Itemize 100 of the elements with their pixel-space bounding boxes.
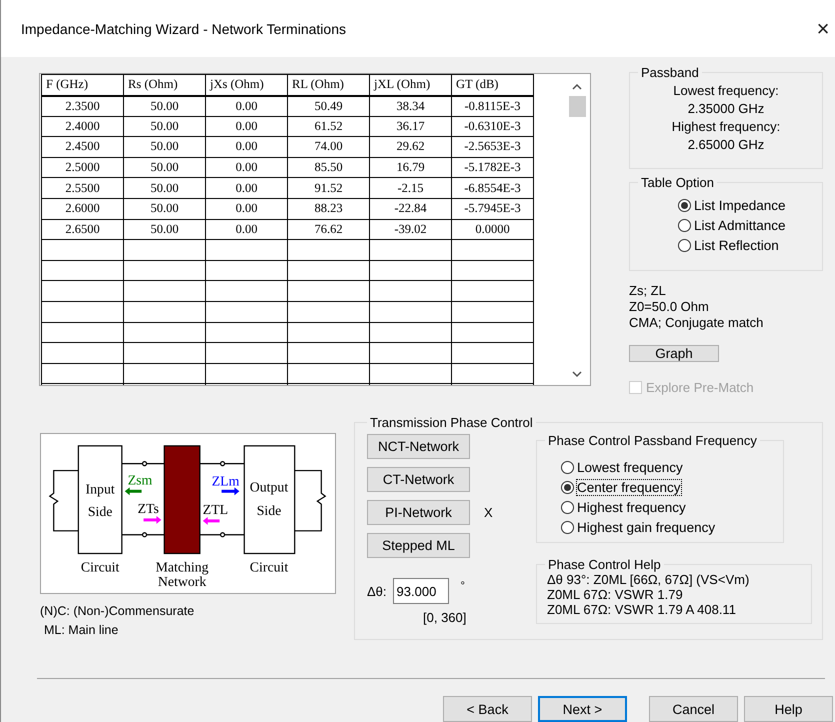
passband-text: 2.35000 GHz — [688, 100, 764, 118]
block-caption: Network — [158, 574, 206, 590]
block-caption: Circuit — [80, 559, 120, 574]
table-cell: 50.00 — [124, 178, 206, 198]
group-title: Transmission Phase Control — [369, 415, 534, 430]
column-header: jXs (Ohm) — [206, 74, 288, 96]
table-cell: 2.6500 — [42, 219, 124, 240]
radio-icon[interactable] — [561, 480, 574, 494]
table-cell: 85.50 — [288, 157, 370, 178]
impedance-label: Zsm — [128, 472, 152, 488]
radio-option[interactable]: Lowest frequency — [561, 458, 775, 476]
table-cell: 50.00 — [124, 136, 206, 158]
table-cell: 91.52 — [288, 178, 370, 198]
scroll-thumb[interactable] — [568, 96, 586, 117]
table-cell: 2.6000 — [42, 198, 124, 220]
block-caption: Circuit — [250, 559, 288, 574]
column-header: F (GHz) — [42, 74, 124, 96]
radio-icon[interactable] — [678, 218, 691, 232]
column-header: RL (Ohm) — [288, 74, 370, 96]
table-cell: -6.8554E-3 — [452, 178, 534, 198]
selection-mark: X — [484, 505, 493, 520]
table-cell: 61.52 — [288, 116, 370, 137]
table-cell: 0.00 — [206, 157, 288, 178]
help-text: Z0ML 67Ω: VSWR 1.79 A 408.11 — [547, 602, 737, 617]
table-cell: 2.3500 — [42, 96, 124, 116]
wizard-button[interactable]: Cancel — [649, 696, 738, 722]
graph-button[interactable]: Graph — [629, 345, 719, 362]
passband-text: Highest frequency: — [672, 118, 780, 136]
radio-icon[interactable] — [561, 460, 574, 474]
table-cell: 0.00 — [206, 116, 288, 137]
radio-option[interactable]: Center frequency — [561, 478, 775, 496]
table-cell: 0.0000 — [452, 219, 534, 240]
table-cell: 76.62 — [288, 219, 370, 240]
table-cell: 2.4500 — [42, 136, 124, 158]
arrow-icon — [124, 487, 142, 496]
table-cell: -2.15 — [370, 178, 452, 198]
impedance-label: ZLm — [212, 473, 240, 488]
block-caption: Matching — [156, 559, 209, 574]
table-cell: 50.00 — [124, 116, 206, 137]
table-cell: 50.00 — [124, 198, 206, 220]
radio-icon[interactable] — [678, 238, 691, 252]
impedance-label: ZTL — [202, 502, 228, 517]
table-cell: 74.00 — [288, 136, 370, 158]
network-button[interactable]: NCT-Network — [367, 434, 470, 459]
table-cell: 2.5500 — [42, 178, 124, 198]
table-cell: 16.79 — [370, 157, 452, 178]
range-text: [0, 360] — [423, 610, 468, 625]
impedance-label: ZTs — [138, 501, 159, 516]
block-label: Side — [88, 504, 112, 519]
radio-option[interactable]: List Impedance — [678, 196, 814, 214]
radio-option[interactable]: Highest gain frequency — [561, 518, 775, 536]
table-cell: 50.00 — [124, 157, 206, 178]
table-cell: -5.1782E-3 — [452, 157, 534, 178]
phase-input[interactable]: 93.000 — [392, 578, 449, 604]
group-title: Phase Control Help — [547, 557, 662, 572]
help-text: Δθ 93°: Z0ML [66Ω, 67Ω] (VS<Vm) — [547, 572, 750, 587]
table-cell: 0.00 — [206, 136, 288, 158]
info-text: CMA; Conjugate match — [629, 315, 764, 331]
table-cell: 36.17 — [370, 116, 452, 137]
window-title: Impedance-Matching Wizard - Network Terminations — [21, 20, 346, 36]
table-cell: 50.00 — [124, 219, 206, 240]
arrow-icon — [202, 516, 220, 525]
table-cell: 0.00 — [206, 96, 288, 116]
table-cell: 50.49 — [288, 96, 370, 116]
radio-option[interactable]: List Reflection — [678, 236, 814, 254]
radio-icon[interactable] — [678, 198, 691, 212]
radio-option[interactable]: List Admittance — [678, 216, 814, 234]
table-cell: 88.23 — [288, 198, 370, 220]
table-cell: -22.84 — [370, 198, 452, 220]
passband-text: Lowest frequency: — [673, 82, 779, 100]
unit-label: ° — [460, 580, 465, 592]
field-label: Δθ: — [367, 584, 387, 598]
block-label: Input — [86, 481, 115, 496]
table-cell: -39.02 — [370, 219, 452, 240]
network-button[interactable]: CT-Network — [367, 467, 470, 492]
group-title: Passband — [640, 65, 700, 80]
wizard-button[interactable]: Next > — [538, 696, 627, 722]
table-cell: -5.7945E-3 — [452, 198, 534, 220]
wizard-button[interactable]: Help — [744, 696, 833, 722]
column-header: GT (dB) — [452, 74, 534, 96]
table-cell: -2.5653E-3 — [452, 136, 534, 158]
block-label: Side — [256, 502, 282, 518]
wizard-button[interactable]: < Back — [443, 696, 532, 722]
table-cell: 0.00 — [206, 178, 288, 198]
table-cell: -0.6310E-3 — [452, 116, 534, 137]
note-text: ML: Main line — [43, 622, 120, 639]
info-text: Zs; ZL — [629, 283, 667, 299]
network-button[interactable]: PI-Network — [367, 500, 470, 525]
block-label: Output — [250, 479, 288, 494]
table-cell: 2.5000 — [42, 157, 124, 178]
table-cell: 38.34 — [370, 96, 452, 116]
radio-icon[interactable] — [561, 500, 574, 514]
group-title: Table Option — [640, 175, 715, 190]
arrow-icon — [222, 487, 240, 496]
help-text: Z0ML 67Ω: VSWR 1.79 — [547, 587, 684, 602]
network-button[interactable]: Stepped ML — [367, 533, 470, 558]
table-cell: 2.4000 — [42, 116, 124, 137]
radio-option[interactable]: Highest frequency — [561, 498, 775, 516]
radio-icon[interactable] — [561, 520, 574, 534]
close-button[interactable]: × — [811, 16, 835, 42]
